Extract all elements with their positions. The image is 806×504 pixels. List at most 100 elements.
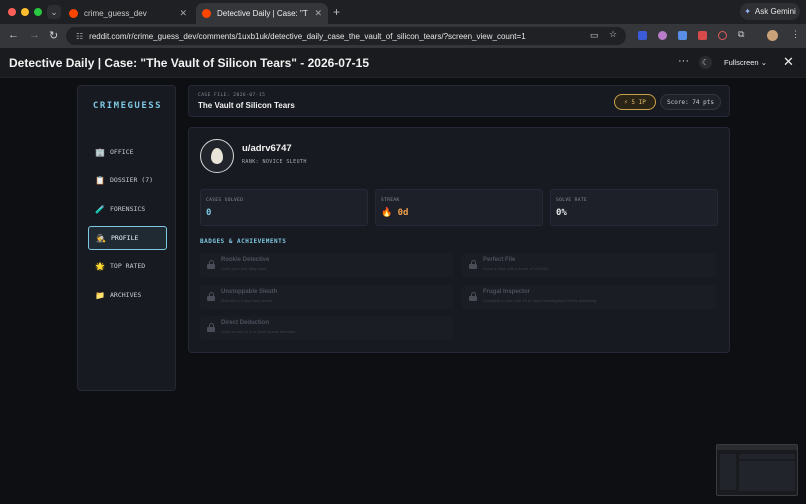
close-post-button[interactable]: ✕ [783,54,794,70]
stat-value: 0% [556,208,567,218]
post-header: Detective Daily | Case: "The Vault of Si… [0,48,806,78]
close-window-button[interactable] [8,8,16,16]
extensions-puzzle-icon[interactable]: ⧉ [738,29,744,40]
case-header: CASE FILE: 2026-07-15 The Vault of Silic… [188,85,730,117]
star-icon: 🌟 [95,261,105,271]
maximize-window-button[interactable] [34,8,42,16]
investigation-points-badge: ⚡ 5 IP [614,94,656,110]
fullscreen-label: Fullscreen [724,58,759,67]
browser-toolbar: ← → ↻ ☷ reddit.com/r/crime_guess_dev/com… [0,24,806,48]
address-bar[interactable]: ☷ reddit.com/r/crime_guess_dev/comments/… [66,27,626,45]
badge-name: Perfect File [483,257,516,263]
badge-description: Solve a case with a score of 100/100. [483,266,550,271]
stat-value: 0 [206,208,212,218]
url-text: reddit.com/r/crime_guess_dev/comments/1u… [89,31,526,41]
dark-mode-icon[interactable]: ☾ [699,56,712,69]
reload-icon[interactable]: ↻ [49,29,58,42]
sidebar-item-label: DOSSIER (7) [110,176,154,184]
egg-icon [211,148,223,164]
folder-icon: 📁 [95,290,105,300]
ask-gemini-button[interactable]: ✦ Ask Gemini [740,3,800,20]
sidebar-item-label: PROFILE [111,234,139,242]
avatar [200,139,234,173]
sidebar-item-dossier[interactable]: 📋 DOSSIER (7) [88,168,167,192]
sidebar-item-profile[interactable]: 🕵 PROFILE [88,226,167,250]
lock-icon [207,323,215,332]
crimeguess-logo: CRIMEGUESS [92,101,163,111]
sidebar-item-forensics[interactable]: 🧪 FORENSICS [88,197,167,221]
badge-description: Maintain a 3-day case streak. [221,298,274,303]
tab-label: Detective Daily | Case: "The V [217,9,308,18]
stat-value: 🔥 0d [381,208,409,218]
extension-icon[interactable] [678,31,687,40]
case-file-date: CASE FILE: 2026-07-15 [198,93,266,98]
profile-panel: u/adrv6747 RANK: NOVICE SLEUTH CASES SOL… [188,127,730,353]
case-title: The Vault of Silicon Tears [198,101,295,110]
badge-name: Unstoppable Sleuth [221,289,278,295]
gemini-sparkle-icon: ✦ [744,7,751,16]
stat-solve-rate: SOLVE RATE 0% [550,189,718,226]
badge-description: Solve a case in 3 or fewer guess attempt… [221,329,297,334]
sidebar-item-label: ARCHIVES [110,291,142,299]
stat-streak: STREAK 🔥 0d [375,189,543,226]
cast-icon[interactable]: ▭ [590,30,599,41]
lock-icon [207,260,215,269]
stat-cases-solved: CASES SOLVED 0 [200,189,368,226]
tab-label: crime_guess_dev [84,9,147,18]
rank-label: RANK: NOVICE SLEUTH [242,159,307,165]
screen-preview-thumbnail [716,444,798,496]
reddit-favicon-icon [202,9,211,18]
more-options-button[interactable]: ··· [678,55,689,67]
extension-icon[interactable] [698,31,707,40]
badge-name: Frugal Inspector [483,289,531,295]
badge-description: Solve your first daily case. [221,266,268,271]
stat-label: STREAK [381,198,400,203]
fullscreen-dropdown[interactable]: Fullscreen ⌄ [724,58,767,67]
new-tab-button[interactable]: + [333,5,340,19]
badges-heading: BADGES & ACHIEVEMENTS [200,238,287,245]
back-arrow-icon[interactable]: ← [8,29,19,41]
stat-label: CASES SOLVED [206,198,244,203]
tab-crime-guess-dev[interactable]: crime_guess_dev ✕ [63,3,193,24]
badge-description: Complete a case with 40 or more Investig… [483,298,598,303]
sidebar-item-top-rated[interactable]: 🌟 TOP RATED [88,254,167,278]
lock-icon [207,292,215,301]
badge-rookie-detective: Rookie Detective Solve your first daily … [200,253,454,277]
bookmark-star-icon[interactable]: ☆ [609,29,617,40]
lock-icon [469,292,477,301]
menu-kebab-icon[interactable]: ⋮ [791,29,800,40]
stat-label: SOLVE RATE [556,198,588,203]
game-canvas: CRIMEGUESS 🏢 OFFICE 📋 DOSSIER (7) 🧪 FORE… [0,78,806,504]
test-tube-icon: 🧪 [95,204,105,214]
profile-avatar-icon[interactable] [767,30,778,41]
tab-search-chevron-icon[interactable]: ⌄ [47,5,61,19]
badge-perfect-file: Perfect File Solve a case with a score o… [462,253,716,277]
ask-gemini-label: Ask Gemini [754,7,796,16]
username: u/adrv6747 [242,143,292,154]
sidebar-item-label: FORENSICS [110,205,146,213]
badge-name: Rookie Detective [221,257,270,263]
chevron-down-icon: ⌄ [760,58,767,67]
clipboard-icon: 📋 [95,175,105,185]
browser-tab-bar: ⌄ crime_guess_dev ✕ Detective Daily | Ca… [0,0,806,24]
sidebar-item-archives[interactable]: 📁 ARCHIVES [88,283,167,307]
sidebar-item-office[interactable]: 🏢 OFFICE [88,140,167,164]
sidebar-item-label: TOP RATED [110,262,146,270]
sidebar-item-label: OFFICE [110,148,134,156]
score-badge: Score: 74 pts [660,94,721,110]
tab-close-icon[interactable]: ✕ [179,8,187,19]
tab-close-icon[interactable]: ✕ [314,8,322,19]
badge-unstoppable-sleuth: Unstoppable Sleuth Maintain a 3-day case… [200,285,454,309]
reddit-favicon-icon [69,9,78,18]
post-title: Detective Daily | Case: "The Vault of Si… [9,56,369,70]
forward-arrow-icon[interactable]: → [29,29,40,41]
badge-direct-deduction: Direct Deduction Solve a case in 3 or fe… [200,316,454,340]
site-info-icon[interactable]: ☷ [76,32,83,41]
extension-icon[interactable] [658,31,667,40]
minimize-window-button[interactable] [21,8,29,16]
game-sidebar: CRIMEGUESS 🏢 OFFICE 📋 DOSSIER (7) 🧪 FORE… [77,85,176,391]
extension-icon[interactable] [638,31,647,40]
tab-detective-daily[interactable]: Detective Daily | Case: "The V ✕ [196,3,328,24]
detective-icon: 🕵 [96,233,106,243]
extension-icon[interactable] [718,31,727,40]
